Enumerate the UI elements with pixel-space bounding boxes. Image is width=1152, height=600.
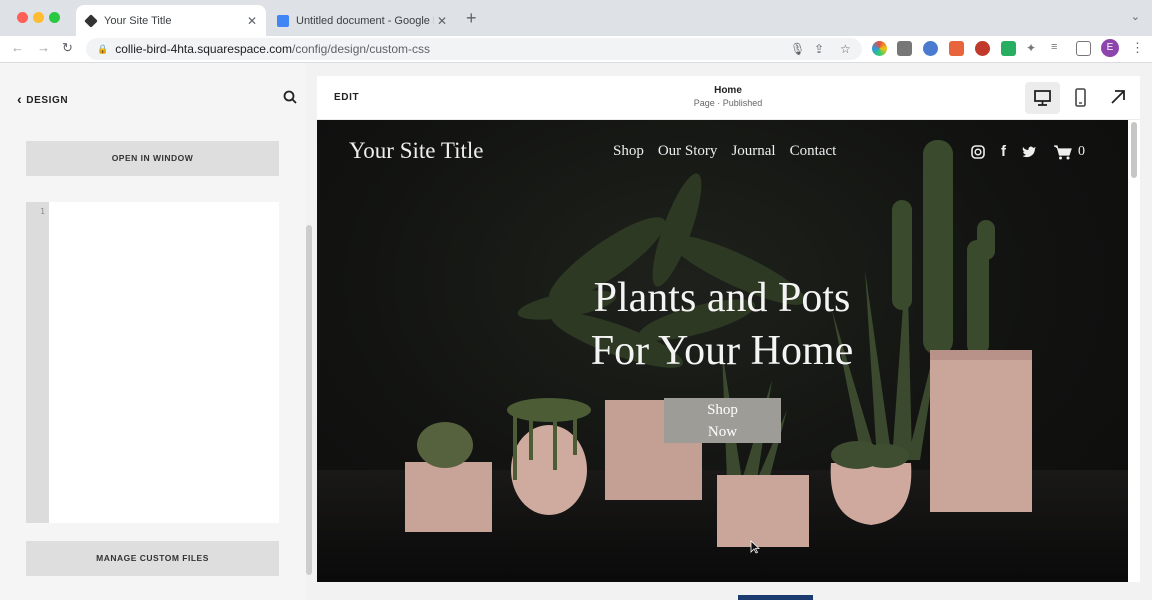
tab-title: Your Site Title (104, 14, 172, 27)
preview-scrollbar[interactable] (1128, 120, 1140, 582)
nav-our-story-link[interactable]: Our Story (658, 143, 718, 160)
address-bar[interactable]: 🔒 collie-bird-4hta.squarespace.com /conf… (86, 38, 862, 60)
nav-contact-link[interactable]: Contact (790, 143, 837, 160)
site-preview-frame: EDIT Home Page · Published Your Site Tit… (317, 76, 1140, 582)
shop-now-button[interactable]: Shop Now (664, 398, 781, 443)
share-icon[interactable]: ⇪ (814, 42, 824, 56)
squarespace-favicon-icon (84, 13, 98, 28)
browser-toolbar: ← → ↻ 🔒 collie-bird-4hta.squarespace.com… (0, 36, 1152, 63)
minimize-window-button[interactable] (33, 12, 44, 23)
hero-line-1: Plants and Pots (593, 275, 851, 321)
new-tab-icon[interactable]: + (466, 8, 477, 29)
google-docs-favicon-icon (277, 14, 289, 27)
line-gutter: 1 (26, 202, 49, 523)
search-icon[interactable] (283, 90, 297, 104)
forward-icon[interactable]: → (37, 40, 50, 55)
cart-link[interactable]: 0 (1053, 144, 1085, 160)
page-status: Page · Published (693, 98, 763, 108)
tab-your-site-title[interactable]: Your Site Title ✕ (76, 5, 266, 36)
extension-color-icon[interactable] (872, 41, 887, 56)
page-title: Home (714, 85, 742, 96)
reading-list-icon[interactable]: ≡ (1051, 41, 1066, 56)
hero-heading: Plants and Pots For Your Home (557, 272, 887, 378)
site-title[interactable]: Your Site Title (349, 138, 483, 164)
extensions-puzzle-icon[interactable]: ✦ (1026, 41, 1041, 56)
side-panel-icon[interactable] (1076, 41, 1091, 56)
close-tab-icon[interactable]: ✕ (244, 14, 260, 28)
extension-camera-icon[interactable] (897, 41, 912, 56)
chevron-left-icon: ‹ (17, 91, 23, 107)
close-window-button[interactable] (17, 12, 28, 23)
reload-icon[interactable]: ↻ (62, 40, 73, 56)
instagram-icon[interactable] (971, 144, 985, 159)
mouse-cursor-icon (750, 540, 760, 554)
tab-strip: Your Site Title ✕ Untitled document - Go… (0, 0, 1152, 36)
edit-button[interactable]: EDIT (334, 92, 359, 103)
custom-css-panel: ‹ DESIGN OPEN IN WINDOW 1 MANAGE CUSTOM F… (0, 63, 306, 600)
cart-count: 0 (1078, 143, 1085, 159)
desktop-icon (1034, 90, 1051, 106)
profile-avatar[interactable]: E (1101, 39, 1119, 57)
close-tab-icon[interactable]: ✕ (434, 14, 450, 28)
site-nav: Shop Our Story Journal Contact (613, 143, 836, 160)
cart-icon (1054, 144, 1072, 159)
nav-shop-link[interactable]: Shop (613, 143, 644, 160)
url-host: collie-bird-4hta.squarespace.com (115, 42, 292, 56)
preview-scroll-thumb[interactable] (1131, 122, 1137, 178)
line-number: 1 (40, 207, 45, 216)
lock-icon: 🔒 (97, 43, 109, 54)
twitter-icon[interactable] (1022, 145, 1037, 158)
hero-line-2: For Your Home (590, 328, 854, 374)
back-to-design-link[interactable]: ‹ DESIGN (17, 91, 68, 107)
nav-journal-link[interactable]: Journal (731, 143, 775, 160)
page-info: Home Page · Published (677, 85, 779, 108)
desktop-view-button[interactable] (1025, 82, 1060, 114)
tab-title: Untitled document - Google Do (296, 14, 434, 27)
site-hero-section: Your Site Title Shop Our Story Journal C… (317, 120, 1128, 582)
mobile-icon (1075, 88, 1086, 107)
open-external-arrow-icon[interactable] (1109, 88, 1127, 106)
mobile-view-button[interactable] (1063, 82, 1098, 114)
tab-google-docs[interactable]: Untitled document - Google Do ✕ (268, 5, 456, 36)
back-label: DESIGN (26, 95, 69, 106)
preview-header: EDIT Home Page · Published (317, 76, 1140, 120)
open-in-window-button[interactable]: OPEN IN WINDOW (26, 141, 279, 176)
url-path: /config/design/custom-css (291, 42, 431, 56)
extension-gear-icon[interactable] (923, 41, 938, 56)
back-icon[interactable]: ← (11, 40, 24, 55)
facebook-icon[interactable]: f (1001, 143, 1006, 160)
bookmark-star-icon[interactable]: ☆ (840, 42, 851, 56)
site-social-icons: f 0 (971, 143, 1085, 160)
extension-record-icon[interactable] (975, 41, 990, 56)
panel-scrollbar[interactable] (306, 225, 312, 575)
extension-dis-icon[interactable] (1001, 41, 1016, 56)
maximize-window-button[interactable] (49, 12, 60, 23)
manage-custom-files-button[interactable]: MANAGE CUSTOM FILES (26, 541, 279, 576)
css-code-editor[interactable]: 1 (26, 202, 279, 523)
extension-badge-icon[interactable] (949, 41, 964, 56)
tab-search-chevron-icon[interactable]: ⌄ (1131, 10, 1140, 23)
cta-line-1: Shop (707, 402, 738, 418)
browser-menu-icon[interactable]: ⋮ (1131, 40, 1144, 56)
microphone-icon[interactable]: 🎙 (790, 42, 805, 56)
browser-chrome: Your Site Title ✕ Untitled document - Go… (0, 0, 1152, 63)
cta-line-2: Now (707, 424, 738, 440)
bottom-accent-bar (738, 595, 813, 600)
